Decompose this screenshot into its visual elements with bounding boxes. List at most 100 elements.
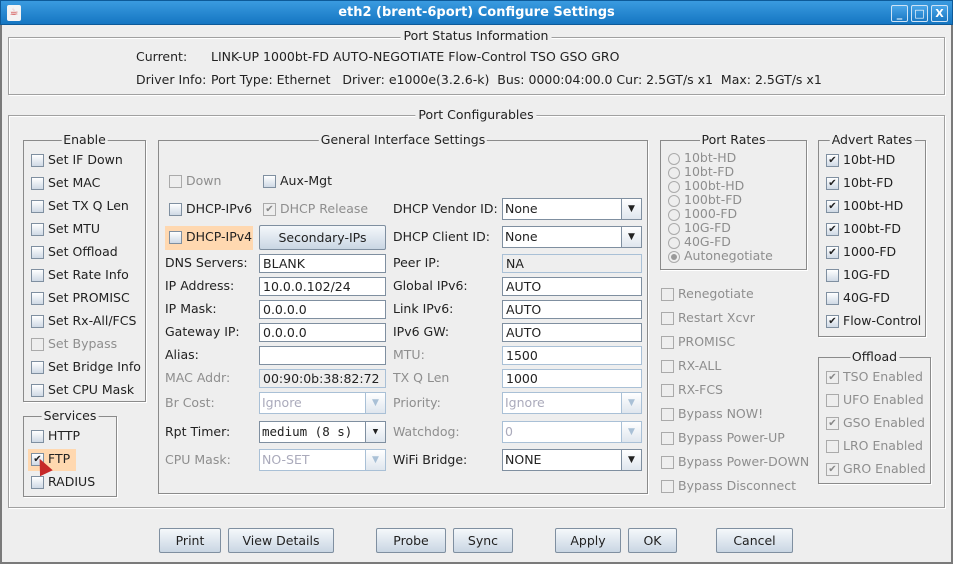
bypass-power-up-checkbox[interactable]: [661, 432, 674, 445]
client-value: None: [505, 229, 538, 244]
ipv6gw-field[interactable]: AUTO: [502, 322, 642, 342]
alias-field[interactable]: [259, 345, 386, 365]
bypass-disconnect-checkbox[interactable]: [661, 480, 674, 493]
rate-label-10bt-hd: 10bt-HD: [684, 150, 737, 165]
aux-mgt-checkbox[interactable]: [263, 175, 276, 188]
10bt-hd-checkbox[interactable]: ✔: [826, 154, 839, 167]
bypass-now-checkbox[interactable]: [661, 408, 674, 421]
promisc-checkbox[interactable]: [661, 336, 674, 349]
minimize-button[interactable]: _: [891, 5, 908, 22]
txq-field[interactable]: 1000: [502, 368, 642, 388]
dns-field[interactable]: BLANK: [259, 253, 386, 273]
maximize-button[interactable]: □: [911, 5, 928, 22]
chevron-down-icon[interactable]: ▼: [365, 422, 385, 442]
rpt-dropdown[interactable]: medium (8 s) ▼: [259, 421, 386, 443]
rate-radio-10bt-fd[interactable]: [668, 167, 680, 179]
mac-field[interactable]: 00:90:0b:38:82:72: [259, 368, 386, 388]
watchdog-label: Watchdog:: [393, 424, 460, 439]
100bt-hd-checkbox[interactable]: ✔: [826, 200, 839, 213]
rate-radio-10g-fd[interactable]: [668, 223, 680, 235]
rx-fcs-label: RX-FCS: [678, 382, 723, 397]
10g-fd-checkbox[interactable]: [826, 269, 839, 282]
chevron-down-icon[interactable]: ▼: [365, 393, 385, 413]
1000-fd-checkbox[interactable]: ✔: [826, 246, 839, 259]
bypass-power-down-checkbox[interactable]: [661, 456, 674, 469]
rate-radio-1000-fd[interactable]: [668, 209, 680, 221]
set-bridge-info-checkbox[interactable]: [31, 361, 44, 374]
radius-checkbox[interactable]: [31, 476, 44, 489]
dhcp-ipv6-checkbox[interactable]: [169, 203, 182, 216]
restart-xcvr-checkbox[interactable]: [661, 312, 674, 325]
ip-field[interactable]: 10.0.0.102/24: [259, 276, 386, 296]
set-tx-q-len-checkbox[interactable]: [31, 200, 44, 213]
http-checkbox[interactable]: [31, 430, 44, 443]
apply-button[interactable]: Apply: [555, 528, 621, 553]
rx-all-checkbox[interactable]: [661, 360, 674, 373]
rate-radio-10bt-hd[interactable]: [668, 153, 680, 165]
chevron-down-icon[interactable]: ▼: [365, 450, 385, 470]
10bt-fd-checkbox[interactable]: ✔: [826, 177, 839, 190]
client-dropdown[interactable]: None ▼: [502, 226, 642, 248]
rate-radio-autonegotiate[interactable]: [668, 251, 680, 263]
set-rate-info-label: Set Rate Info: [48, 267, 129, 282]
set-rx-all-fcs-checkbox[interactable]: [31, 315, 44, 328]
cpu-dropdown[interactable]: NO-SET ▼: [259, 449, 386, 471]
watchdog-dropdown[interactable]: 0 ▼: [502, 421, 642, 443]
chevron-down-icon[interactable]: ▼: [621, 450, 641, 470]
advert-rates-group: Advert Rates: [818, 132, 926, 337]
set-if-down-label: Set IF Down: [48, 152, 123, 167]
gro-enabled-checkbox[interactable]: ✔: [826, 463, 839, 476]
wifi-dropdown[interactable]: NONE ▼: [502, 449, 642, 471]
rate-radio-100bt-hd[interactable]: [668, 181, 680, 193]
view-details-button[interactable]: View Details: [228, 528, 334, 553]
dhcp-release-checkbox[interactable]: ✔: [263, 203, 276, 216]
bypass-disconnect-label: Bypass Disconnect: [678, 478, 797, 493]
set-if-down-checkbox[interactable]: [31, 154, 44, 167]
flow-control-checkbox[interactable]: ✔: [826, 315, 839, 328]
chevron-down-icon[interactable]: ▼: [621, 227, 641, 247]
set-promisc-checkbox[interactable]: [31, 292, 44, 305]
close-button[interactable]: X: [931, 5, 948, 22]
secondary-ips-button[interactable]: Secondary-IPs: [259, 225, 386, 250]
driver-value: Port Type: Ethernet Driver: e1000e(3.2.6…: [211, 72, 822, 87]
lipv6-field[interactable]: AUTO: [502, 299, 642, 319]
chevron-down-icon[interactable]: ▼: [621, 199, 641, 219]
vendor-dropdown[interactable]: None ▼: [502, 198, 642, 220]
dhcp-ipv4-checkbox[interactable]: [169, 231, 182, 244]
peer-field[interactable]: NA: [502, 253, 642, 273]
40g-fd-checkbox[interactable]: [826, 292, 839, 305]
mask-field[interactable]: 0.0.0.0: [259, 299, 386, 319]
rate-radio-100bt-fd[interactable]: [668, 195, 680, 207]
rx-fcs-checkbox[interactable]: [661, 384, 674, 397]
set-rate-info-checkbox[interactable]: [31, 269, 44, 282]
promisc-label: PROMISC: [678, 334, 736, 349]
ok-button[interactable]: OK: [628, 528, 677, 553]
renegotiate-checkbox[interactable]: [661, 288, 674, 301]
set-cpu-mask-checkbox[interactable]: [31, 384, 44, 397]
sync-button[interactable]: Sync: [453, 528, 513, 553]
chevron-down-icon[interactable]: ▼: [621, 393, 641, 413]
probe-button[interactable]: Probe: [376, 528, 446, 553]
gipv6-field[interactable]: AUTO: [502, 276, 642, 296]
rate-radio-40g-fd[interactable]: [668, 237, 680, 249]
lro-enabled-checkbox[interactable]: [826, 440, 839, 453]
100bt-fd-checkbox[interactable]: ✔: [826, 223, 839, 236]
set-mtu-checkbox[interactable]: [31, 223, 44, 236]
gso-enabled-checkbox[interactable]: ✔: [826, 417, 839, 430]
priority-dropdown[interactable]: Ignore ▼: [502, 392, 642, 414]
chevron-down-icon[interactable]: ▼: [621, 422, 641, 442]
set-mac-checkbox[interactable]: [31, 177, 44, 190]
brcost-dropdown[interactable]: Ignore ▼: [259, 392, 386, 414]
set-offload-checkbox[interactable]: [31, 246, 44, 259]
bypass-now-label: Bypass NOW!: [678, 406, 764, 421]
mtu-field[interactable]: 1500: [502, 345, 642, 365]
print-button[interactable]: Print: [159, 528, 221, 553]
advert-rates-title: Advert Rates: [829, 132, 915, 148]
down-checkbox[interactable]: [169, 175, 182, 188]
tso-enabled-checkbox[interactable]: ✔: [826, 371, 839, 384]
set-bypass-checkbox[interactable]: [31, 338, 44, 351]
ufo-enabled-checkbox[interactable]: [826, 394, 839, 407]
renegotiate-label: Renegotiate: [678, 286, 754, 301]
cancel-button[interactable]: Cancel: [716, 528, 793, 553]
gw-field[interactable]: 0.0.0.0: [259, 322, 386, 342]
